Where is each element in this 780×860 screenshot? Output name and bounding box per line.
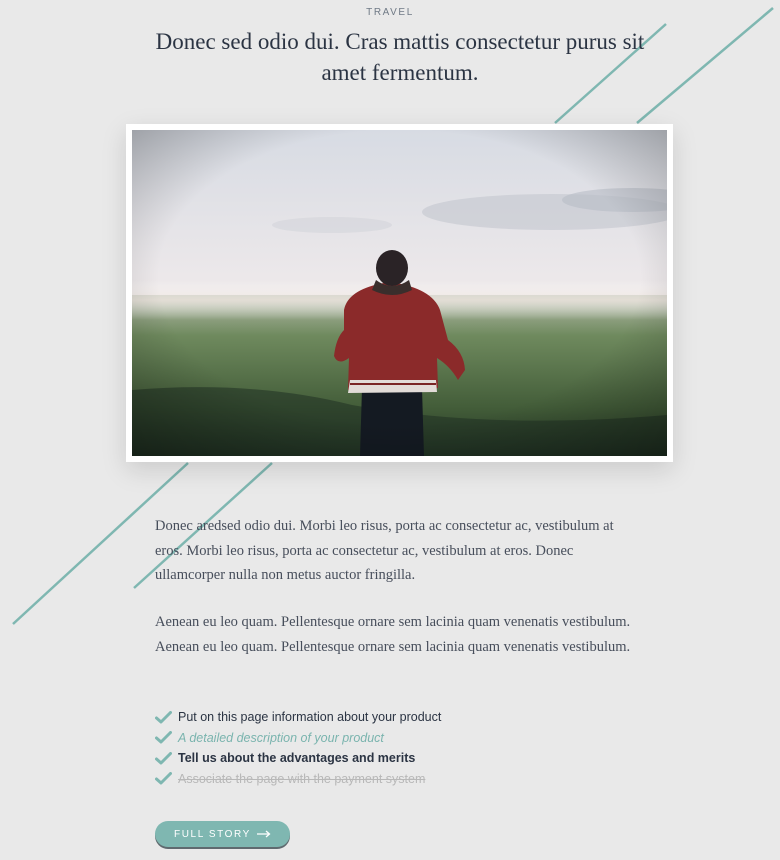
feature-item: Put on this page information about your … xyxy=(155,707,441,728)
hero-photo-man-in-foggy-field xyxy=(132,130,667,456)
article-paragraph: Aenean eu leo quam. Pellentesque ornare … xyxy=(155,614,631,655)
feature-item-text: Tell us about the advantages and merits xyxy=(178,751,416,766)
feature-list: Put on this page information about your … xyxy=(155,707,441,789)
feature-item-text: Associate the page with the payment syst… xyxy=(178,771,426,786)
feature-item-text: A detailed description of your product xyxy=(178,730,384,745)
check-icon xyxy=(155,731,172,744)
full-story-button[interactable]: FULL STORY xyxy=(155,821,290,847)
feature-item: A detailed description of your product xyxy=(155,728,441,749)
feature-item: Tell us about the advantages and merits xyxy=(155,748,441,769)
article-paragraph: Donec aredsed odio dui. Morbi leo risus,… xyxy=(155,518,614,583)
feature-item-text: Put on this page information about your … xyxy=(178,710,442,725)
arrow-right-icon xyxy=(256,830,271,838)
article-category: TRAVEL xyxy=(366,7,414,18)
feature-item: Associate the page with the payment syst… xyxy=(155,769,441,790)
hero-image-frame xyxy=(126,124,673,462)
check-icon xyxy=(155,751,172,765)
check-icon xyxy=(155,772,172,785)
check-icon xyxy=(155,710,172,724)
full-story-button-label: FULL STORY xyxy=(174,828,251,840)
article-headline: Donec sed odio dui. Cras mattis consecte… xyxy=(155,29,645,85)
